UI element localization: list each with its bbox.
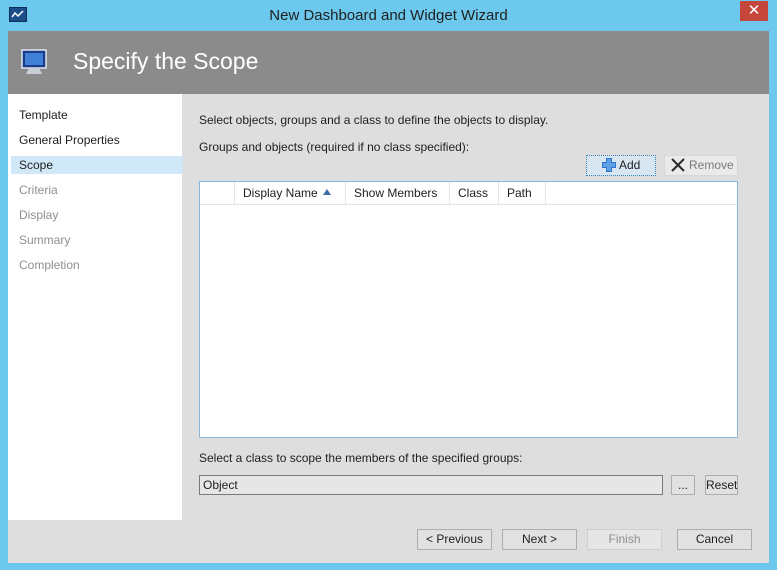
class-scope-label: Select a class to scope the members of t… (199, 451, 523, 465)
sort-ascending-icon (323, 189, 331, 195)
nav-item-completion: Completion (19, 258, 80, 272)
finish-button: Finish (587, 529, 662, 550)
monitor-icon (20, 47, 50, 77)
remove-button: Remove (664, 155, 738, 176)
previous-button[interactable]: < Previous (417, 529, 492, 550)
column-header-path[interactable]: Path (499, 182, 546, 204)
plus-icon (601, 157, 617, 179)
reset-button[interactable]: Reset (705, 475, 738, 495)
list-header: Display Name Show Members Class Path (200, 182, 737, 205)
wizard-nav: Template General Properties Scope Criter… (8, 94, 183, 520)
browse-class-button[interactable]: ... (671, 475, 695, 495)
next-button[interactable]: Next > (502, 529, 577, 550)
nav-item-summary: Summary (19, 233, 71, 247)
nav-item-template[interactable]: Template (19, 106, 68, 124)
add-button[interactable]: Add (586, 155, 656, 176)
page-title: Specify the Scope (73, 48, 259, 74)
nav-item-scope[interactable]: Scope (11, 156, 183, 174)
page-banner: Specify the Scope (8, 31, 769, 94)
instruction-text: Select objects, groups and a class to de… (199, 113, 549, 127)
column-label-display-name: Display Name (243, 186, 318, 200)
nav-item-display: Display (19, 208, 59, 222)
column-header-class[interactable]: Class (450, 182, 499, 204)
wizard-content: Template General Properties Scope Criter… (8, 94, 769, 563)
nav-item-criteria: Criteria (19, 183, 58, 197)
window-title: New Dashboard and Widget Wizard (269, 7, 508, 24)
add-button-label: Add (619, 158, 641, 172)
close-button[interactable]: ✕ (740, 1, 768, 21)
column-header-show-members[interactable]: Show Members (346, 182, 450, 204)
column-header-display-name[interactable]: Display Name (235, 182, 346, 204)
wizard-window: New Dashboard and Widget Wizard ✕ Specif… (0, 0, 777, 570)
remove-button-label: Remove (689, 158, 734, 172)
title-bar[interactable]: New Dashboard and Widget Wizard ✕ (0, 0, 777, 31)
class-field[interactable]: Object (199, 475, 663, 495)
column-header-select[interactable] (200, 182, 235, 204)
nav-item-general-properties[interactable]: General Properties (19, 131, 120, 149)
cancel-button[interactable]: Cancel (677, 529, 752, 550)
x-icon (670, 157, 686, 179)
groups-list[interactable]: Display Name Show Members Class Path (199, 181, 738, 438)
groups-label: Groups and objects (required if no class… (199, 140, 470, 154)
